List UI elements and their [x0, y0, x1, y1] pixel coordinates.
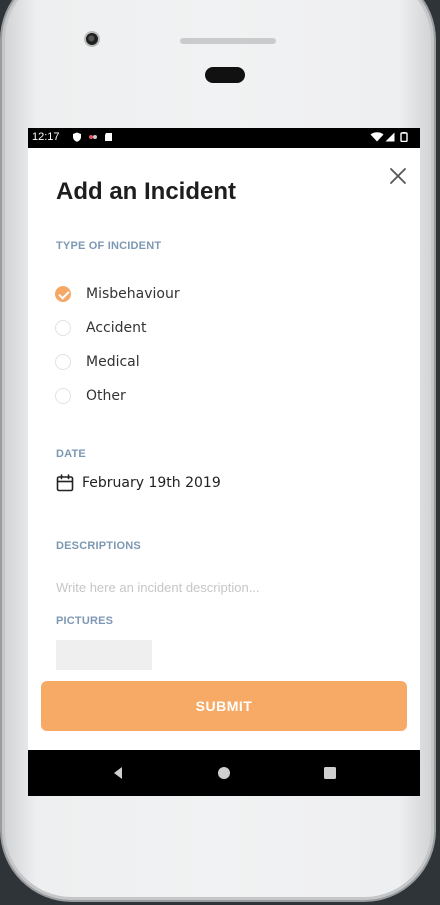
recents-square-icon	[324, 767, 336, 779]
description-input[interactable]	[56, 576, 396, 598]
earpiece-speaker	[180, 38, 276, 44]
status-time: 12:17	[32, 131, 60, 143]
home-circle-icon	[218, 767, 230, 779]
status-bar: 12:17	[28, 128, 420, 148]
radio-option-label: Accident	[86, 320, 147, 336]
back-triangle-icon	[114, 767, 122, 779]
submit-button[interactable]: SUBMIT	[41, 681, 407, 731]
nav-home-button[interactable]	[214, 763, 234, 783]
wifi-icon	[370, 132, 384, 142]
type-of-incident-label: TYPE OF INCIDENT	[56, 240, 162, 252]
app-notification-icon	[89, 135, 97, 139]
descriptions-label: DESCRIPTIONS	[56, 540, 141, 552]
radio-unchecked-icon	[55, 354, 71, 370]
android-navigation-bar	[28, 750, 420, 796]
radio-option-medical[interactable]: Medical	[55, 351, 140, 373]
add-picture-placeholder[interactable]	[56, 640, 152, 670]
radio-option-label: Medical	[86, 354, 140, 370]
sd-card-icon	[105, 133, 112, 141]
close-icon	[390, 168, 406, 184]
calendar-icon	[56, 474, 74, 492]
shield-notification-icon	[73, 132, 81, 142]
date-picker[interactable]: February 19th 2019	[56, 474, 221, 492]
proximity-sensor	[205, 67, 245, 83]
date-label: DATE	[56, 448, 86, 460]
radio-option-accident[interactable]: Accident	[55, 317, 146, 339]
radio-checked-icon	[55, 286, 71, 302]
pictures-label: PICTURES	[56, 615, 114, 627]
radio-option-misbehaviour[interactable]: Misbehaviour	[55, 283, 180, 305]
date-value: February 19th 2019	[82, 475, 221, 491]
close-button[interactable]	[386, 164, 410, 188]
nav-back-button[interactable]	[108, 763, 128, 783]
radio-option-label: Other	[86, 388, 126, 404]
front-camera	[84, 31, 100, 47]
radio-option-other[interactable]: Other	[55, 385, 126, 407]
page-title: Add an Incident	[56, 178, 236, 205]
radio-option-label: Misbehaviour	[86, 286, 180, 302]
phone-screen: 12:17 Add an Incident TYPE OF INCIDENT M…	[28, 128, 420, 796]
device-frame: 12:17 Add an Incident TYPE OF INCIDENT M…	[0, 0, 440, 905]
radio-unchecked-icon	[55, 388, 71, 404]
nav-recents-button[interactable]	[320, 763, 340, 783]
signal-icon	[385, 132, 395, 142]
radio-unchecked-icon	[55, 320, 71, 336]
battery-icon	[400, 132, 408, 142]
